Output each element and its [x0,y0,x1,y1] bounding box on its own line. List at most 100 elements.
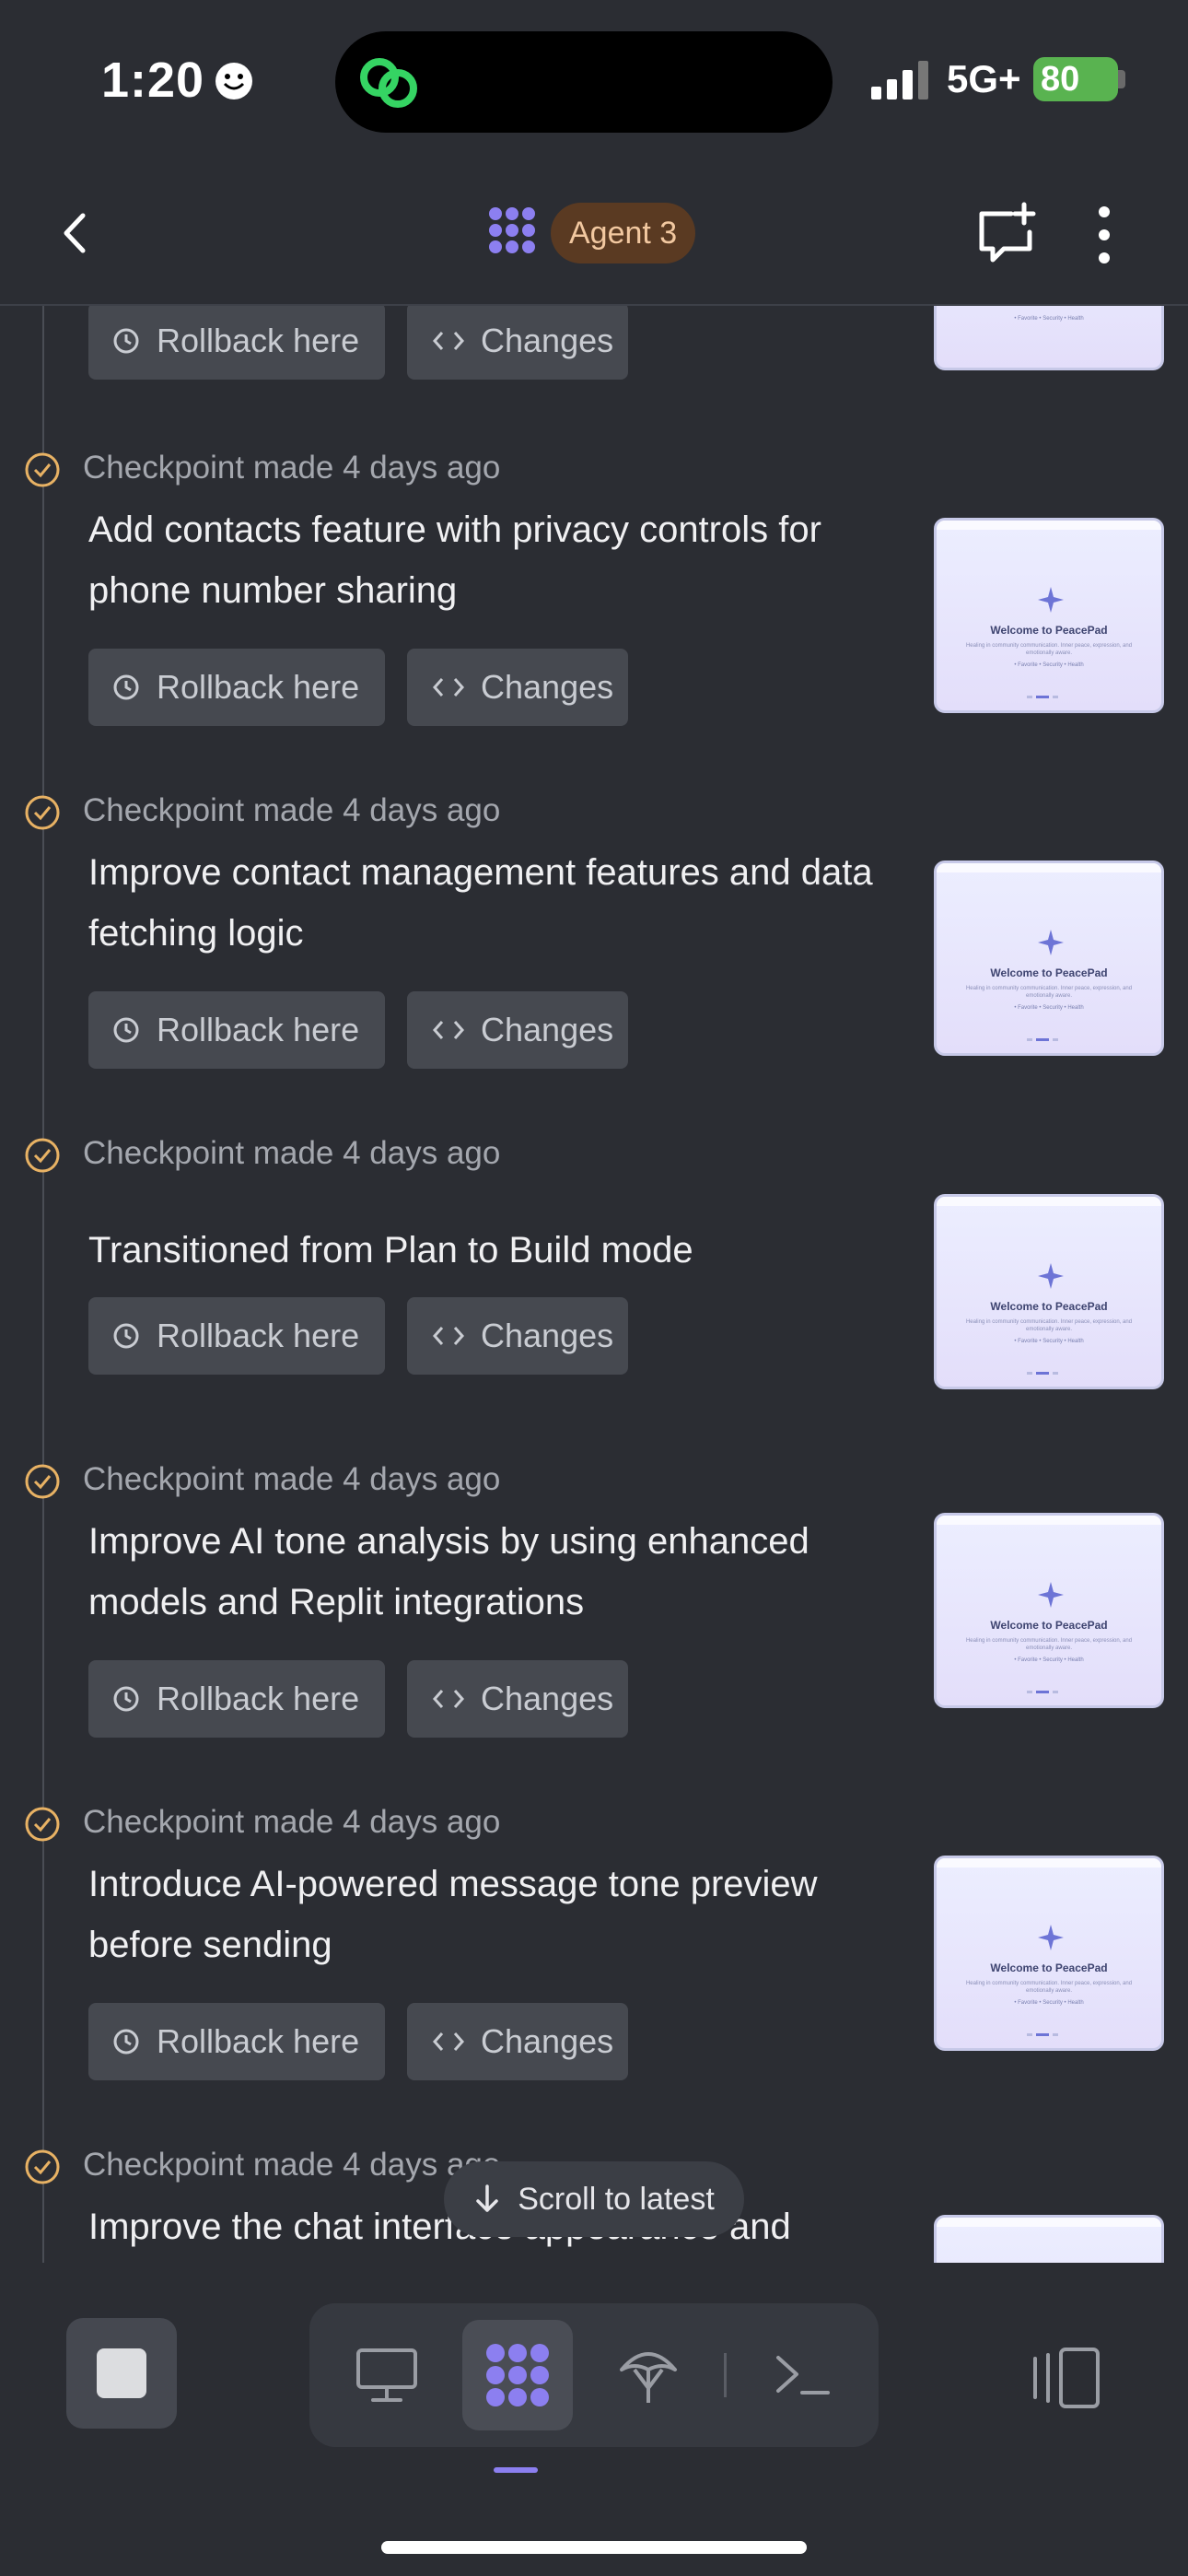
history-icon [113,674,139,700]
preview-subtitle: Healing in community communication. Inne… [965,1319,1133,1332]
check-circle-icon [25,2149,60,2184]
top-nav: Agent 3 [0,157,1188,306]
preview-topbar [937,2218,1161,2227]
preview-topbar [937,521,1161,530]
rollback-button[interactable]: Rollback here [88,649,385,726]
rollback-button[interactable]: Rollback here [88,1660,385,1738]
code-icon [432,332,465,350]
checkpoint-meta: Checkpoint made 4 days ago [83,1804,501,1840]
preview-thumbnail[interactable] [934,2215,1164,2263]
changes-button[interactable]: Changes [407,649,628,726]
deploy-icon [620,2352,677,2403]
preview-features: • Favorite • Security • Health [1014,316,1084,322]
stop-icon [97,2348,146,2398]
history-icon [113,2029,139,2055]
rollback-button[interactable]: Rollback here [88,1297,385,1375]
preview-thumbnail[interactable]: Welcome to PeacePad Healing in community… [934,1856,1164,2051]
preview-thumbnail[interactable]: Welcome to PeacePad Healing in community… [934,1194,1164,1389]
rollback-label: Rollback here [157,322,360,359]
scroll-latest-label: Scroll to latest [518,2181,715,2217]
rollback-button[interactable]: Rollback here [88,991,385,1069]
preview-topbar [937,863,1161,872]
signal-icon [871,61,928,100]
rollback-label: Rollback here [157,2022,360,2060]
changes-button[interactable]: Changes [407,1660,628,1738]
shell-tool-button[interactable] [748,2320,858,2430]
changes-button[interactable]: Changes [407,306,628,380]
preview-subtitle: Healing in community communication. Inne… [965,1981,1133,1994]
desktop-icon [356,2348,417,2402]
active-tab-indicator [494,2467,538,2473]
preview-features: • Favorite • Security • Health [1014,1657,1084,1663]
preview-topbar [937,1516,1161,1525]
history-icon [113,328,139,354]
check-circle-icon [25,452,60,487]
agent-icon [486,2344,549,2406]
tool-separator [724,2353,727,2397]
code-icon [432,1021,465,1039]
preview-title: Welcome to PeacePad [990,966,1108,979]
checkpoint-meta: Checkpoint made 4 days ago [83,2147,501,2183]
preview-thumbnail[interactable]: Welcome to PeacePad Healing in community… [934,518,1164,713]
rollback-button[interactable]: Rollback here [88,306,385,380]
check-circle-icon [25,1807,60,1842]
preview-tool-button[interactable] [332,2320,442,2430]
preview-thumbnail[interactable]: • Favorite • Security • Health [934,306,1164,370]
preview-pager [1027,2033,1073,2037]
link-icon [360,58,417,108]
battery-level: 80 [1041,59,1080,99]
new-chat-icon[interactable] [974,201,1039,265]
arrow-down-icon [476,2184,498,2212]
checkpoint-title: Transitioned from Plan to Build mode [88,1230,693,1270]
checkpoint-meta: Checkpoint made 4 days ago [83,792,501,828]
home-indicator [381,2541,807,2554]
sparkle-icon [1038,587,1064,613]
changes-label: Changes [481,668,614,706]
preview-subtitle: Healing in community communication. Inne… [965,643,1133,656]
scroll-to-latest-button[interactable]: Scroll to latest [444,2161,744,2237]
more-icon[interactable] [1090,203,1118,267]
checkpoint-meta: Checkpoint made 4 days ago [83,1135,501,1171]
preview-topbar [937,1858,1161,1868]
preview-title: Welcome to PeacePad [990,1619,1108,1632]
history-icon [113,1017,139,1043]
code-icon [432,1690,465,1708]
preview-thumbnail[interactable]: Welcome to PeacePad Healing in community… [934,861,1164,1056]
preview-pager [1027,696,1073,699]
changes-label: Changes [481,1011,614,1048]
changes-label: Changes [481,1317,614,1354]
changes-label: Changes [481,2022,614,2060]
panel-icon[interactable] [1030,2346,1103,2410]
preview-title: Welcome to PeacePad [990,1300,1108,1313]
rollback-button[interactable]: Rollback here [88,2003,385,2080]
changes-label: Changes [481,1680,614,1717]
check-circle-icon [25,795,60,830]
rollback-label: Rollback here [157,668,360,706]
code-icon [432,678,465,697]
checkpoint-feed[interactable]: Rollback here Changes • Favorite • Secur… [0,306,1188,2263]
checkpoint-meta: Checkpoint made 4 days ago [83,1461,501,1497]
agent-version-badge[interactable]: Agent 3 [551,203,696,263]
changes-button[interactable]: Changes [407,2003,628,2080]
checkpoint-meta: Checkpoint made 4 days ago [83,450,501,486]
status-time: 1:20 [101,53,205,108]
bottom-toolbar [0,2263,1188,2576]
code-icon [432,2032,465,2051]
preview-title: Welcome to PeacePad [990,624,1108,637]
history-icon [113,1323,139,1349]
stop-button[interactable] [66,2318,177,2429]
changes-button[interactable]: Changes [407,991,628,1069]
sparkle-icon [1038,1925,1064,1950]
rollback-label: Rollback here [157,1011,360,1048]
check-circle-icon [25,1464,60,1499]
deploy-tool-button[interactable] [593,2320,704,2430]
checkpoint-title: Introduce AI-powered message tone previe… [88,1864,818,1965]
checkpoint-title: Improve AI tone analysis by using enhanc… [88,1521,809,1622]
back-icon[interactable] [53,210,99,256]
agent-tool-button[interactable] [462,2320,573,2430]
code-icon [432,1327,465,1345]
preview-features: • Favorite • Security • Health [1014,1005,1084,1011]
preview-features: • Favorite • Security • Health [1014,662,1084,668]
changes-button[interactable]: Changes [407,1297,628,1375]
preview-thumbnail[interactable]: Welcome to PeacePad Healing in community… [934,1513,1164,1708]
